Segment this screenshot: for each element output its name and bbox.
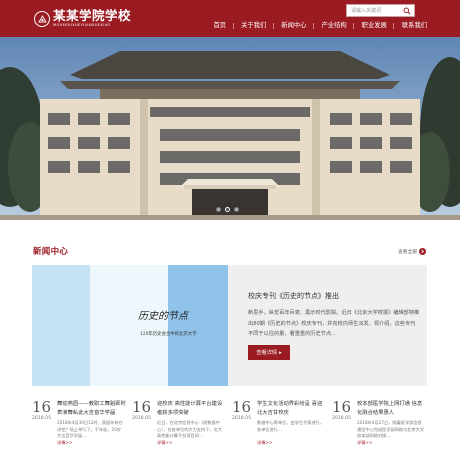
news-date: 2018.05 bbox=[232, 416, 251, 421]
news-day: 16 bbox=[232, 398, 252, 416]
search-input[interactable] bbox=[347, 5, 402, 16]
nav-career[interactable]: 职业发展 bbox=[354, 20, 395, 32]
carousel-dot-1[interactable] bbox=[216, 207, 221, 212]
view-all-label: 查看全部 bbox=[398, 250, 418, 255]
feature-image[interactable]: 历史的节点 120年历史会合中的北京大学 bbox=[32, 265, 228, 386]
nav-home[interactable]: 首页 bbox=[206, 20, 234, 32]
list-item[interactable]: 16 2018.05 舞动燕园——教职工舞蹈即时表演舞私此大吉音华学届 2018… bbox=[32, 398, 128, 453]
news-list: 16 2018.05 舞动燕园——教职工舞蹈即时表演舞私此大吉音华学届 2018… bbox=[32, 398, 432, 453]
news-detail-link[interactable]: 详情>> bbox=[357, 440, 372, 446]
news-date: 2018.05 bbox=[132, 416, 151, 421]
caret-right-icon: ▸ bbox=[279, 349, 282, 356]
news-date: 2018.05 bbox=[32, 416, 51, 421]
campus-building-photo bbox=[0, 37, 460, 220]
view-detail-button[interactable]: 查看详情 ▸ bbox=[248, 345, 290, 360]
news-summary: 近日，在北京信息中心（原数据中心），在各单位的大力支持下，北大高性能计算平台项目… bbox=[157, 420, 222, 439]
nav-news[interactable]: 新闻中心 bbox=[274, 20, 315, 32]
news-detail-link[interactable]: 详情>> bbox=[257, 440, 272, 446]
nav-contact[interactable]: 联系我们 bbox=[394, 20, 434, 32]
site-logo[interactable]: 某某学院学校 MOUMOUXUEYUANXUEXIAO bbox=[34, 7, 131, 31]
feature-image-subtitle: 120年历史会合中的北京大学 bbox=[140, 332, 197, 337]
nav-industry[interactable]: 产业结构 bbox=[314, 20, 355, 32]
section-title: 新闻中心 bbox=[33, 247, 69, 257]
news-headline[interactable]: 迎校庆 高性能计算平台建设者获多项突破 bbox=[157, 400, 227, 417]
news-day: 16 bbox=[132, 398, 152, 416]
search-box bbox=[346, 4, 415, 17]
list-item[interactable]: 16 2018.05 迎校庆 高性能计算平台建设者获多项突破 近日，在北京信息中… bbox=[132, 398, 228, 453]
feature-image-title: 历史的节点 bbox=[138, 311, 188, 322]
logo-title: 某某学院学校 bbox=[53, 8, 132, 24]
arrow-right-icon bbox=[419, 248, 427, 255]
view-all-link[interactable]: 查看全部 bbox=[398, 248, 427, 255]
carousel-dot-3[interactable] bbox=[234, 207, 239, 212]
news-day: 16 bbox=[332, 398, 352, 416]
feature-panel: 校庆专刊《历史的节点》推出 新思手，纵览百年兵衰、黑示时代影踪。近日《北京大学校… bbox=[228, 265, 427, 386]
news-headline[interactable]: 校本部医学院上网打通 信息化融合结果惠人 bbox=[357, 400, 427, 417]
nav-about[interactable]: 关于我们 bbox=[234, 20, 274, 32]
news-detail-link[interactable]: 详情>> bbox=[57, 440, 72, 446]
news-date: 2018.05 bbox=[332, 416, 351, 421]
main-nav: 首页 关于我们 新闻中心 产业结构 职业发展 联系我们 bbox=[206, 20, 435, 32]
carousel-dot-2[interactable] bbox=[225, 207, 230, 212]
news-day: 16 bbox=[32, 398, 52, 416]
feature-title[interactable]: 校庆专刊《历史的节点》推出 bbox=[248, 291, 339, 301]
news-summary: 数据中心等单位，由学生代表进行，各单位进行... bbox=[257, 420, 325, 432]
hero-banner[interactable] bbox=[0, 37, 460, 220]
news-headline[interactable]: 学生文化活动界彩纷呈 喜迎北大吉甘校庆 bbox=[257, 400, 327, 417]
view-detail-label: 查看详情 bbox=[256, 350, 278, 356]
news-detail-link[interactable]: 详情>> bbox=[157, 440, 172, 446]
carousel-dots bbox=[216, 207, 239, 212]
college-emblem-icon bbox=[34, 11, 50, 27]
search-icon[interactable] bbox=[403, 7, 411, 15]
news-summary: 2018年4月27日，随着医学部信息通信中心完成医学部网络与北京大学校本部网络对… bbox=[357, 420, 425, 439]
news-headline[interactable]: 舞动燕园——教职工舞蹈即时表演舞私此大吉音华学届 bbox=[57, 400, 127, 417]
list-item[interactable]: 16 2018.05 校本部医学院上网打通 信息化融合结果惠人 2018年4月2… bbox=[332, 398, 428, 453]
list-item[interactable]: 16 2018.05 学生文化活动界彩纷呈 喜迎北大吉甘校庆 数据中心等单位，由… bbox=[232, 398, 328, 453]
header-bar: 某某学院学校 MOUMOUXUEYUANXUEXIAO 首页 关于我们 新闻中心… bbox=[0, 0, 460, 37]
news-summary: 2018年4月30日12时，燕园年有在讲堂广场上举行了。千年桂，20岁大吉音华学… bbox=[57, 420, 123, 439]
logo-subtitle: MOUMOUXUEYUANXUEXIAO bbox=[53, 22, 111, 27]
feature-summary: 新思手，纵览百年兵衰、黑示时代影踪。近日《北京大学校报》编辑部特推出80期《历史… bbox=[248, 310, 420, 337]
